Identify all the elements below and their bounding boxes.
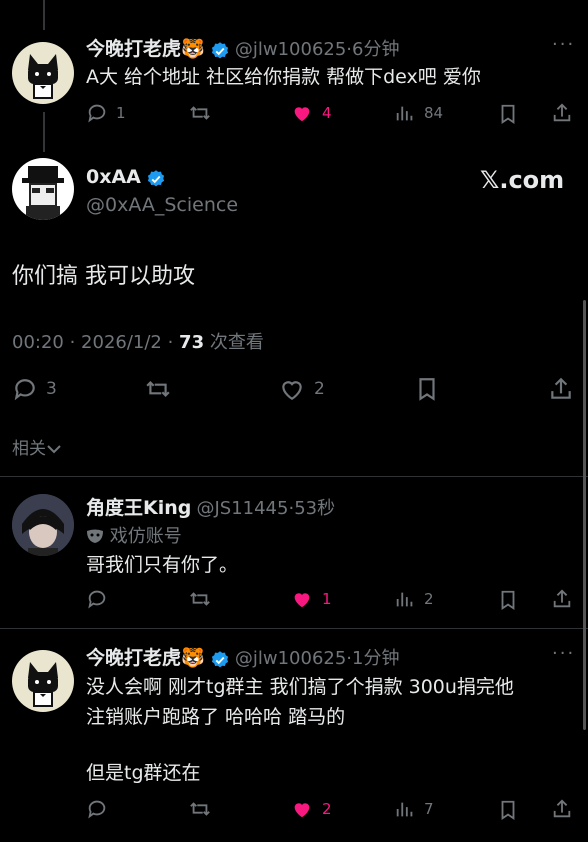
like-button[interactable]: 1 (290, 588, 332, 610)
views-button[interactable]: 7 (394, 798, 434, 820)
avatar[interactable] (12, 494, 74, 556)
handle[interactable]: @jlw100625 (235, 39, 346, 60)
verified-badge-icon (211, 650, 228, 667)
retweet-icon (190, 802, 210, 816)
mask-icon (87, 529, 103, 543)
handle[interactable]: @0xAA_Science (86, 194, 238, 216)
handle[interactable]: @JS11445 (196, 498, 288, 519)
avatar[interactable] (12, 158, 74, 220)
bookmark-icon[interactable] (414, 376, 440, 402)
verified-badge-icon (147, 169, 165, 186)
like-button[interactable]: 2 (290, 798, 332, 820)
retweet-icon (190, 592, 210, 606)
verified-badge-icon (211, 41, 228, 58)
heart-filled-icon (294, 107, 310, 122)
retweet-icon (146, 380, 170, 398)
timestamp[interactable]: 53秒 (294, 498, 335, 519)
reply-icon (88, 590, 106, 609)
retweet-button[interactable] (188, 102, 212, 124)
views-button[interactable]: 2 (394, 588, 434, 610)
reply-button[interactable] (86, 798, 108, 820)
heart-filled-icon (294, 593, 310, 608)
views-icon (396, 106, 413, 121)
views-button[interactable]: 84 (394, 102, 443, 124)
retweet-icon (190, 106, 210, 120)
thread-line (43, 0, 45, 30)
reply-button[interactable] (86, 588, 108, 610)
bookmark-icon[interactable] (497, 589, 519, 611)
like-button[interactable]: 4 (290, 102, 332, 124)
more-options-icon[interactable]: ··· (552, 34, 575, 55)
more-options-icon[interactable]: ··· (552, 643, 575, 664)
heart-icon (282, 381, 302, 401)
timestamp[interactable]: 6分钟 (352, 39, 399, 60)
tweet-timestamp: 00:20 · 2026/1/2 · 73 次查看 (12, 332, 264, 353)
related-dropdown[interactable]: 相关 (12, 434, 62, 459)
share-icon[interactable] (548, 376, 574, 402)
tweet-text-line-3: 但是tg群还在 (86, 762, 201, 784)
parody-label: 戏仿账号 (86, 522, 182, 548)
reply-icon (88, 104, 106, 123)
reply-icon (14, 379, 35, 401)
retweet-button[interactable] (144, 376, 172, 402)
views-icon (396, 592, 413, 607)
retweet-button[interactable] (188, 588, 212, 610)
avatar[interactable] (12, 650, 74, 712)
like-button[interactable]: 2 (278, 376, 325, 402)
reply-button[interactable]: 3 (12, 376, 57, 402)
share-icon[interactable] (551, 102, 573, 124)
thread-line (43, 112, 45, 152)
display-name[interactable]: 今晚打老虎🐯 (86, 647, 205, 669)
handle[interactable]: @jlw100625 (235, 648, 346, 669)
heart-filled-icon (294, 803, 310, 818)
bookmark-icon[interactable] (497, 799, 519, 821)
bookmark-icon[interactable] (497, 103, 519, 125)
display-name[interactable]: 今晚打老虎🐯 (86, 38, 205, 60)
tweet-text-line-1: 没人会啊 刚才tg群主 我们搞了个捐款 300u捐完他 (86, 676, 514, 698)
views-icon (396, 802, 413, 817)
reply-button[interactable]: 1 (86, 102, 126, 124)
chevron-down-icon (47, 445, 61, 454)
brand-logo: 𝕏.com (480, 166, 565, 194)
tweet-text: 哥我们只有你了。 (86, 554, 239, 576)
share-icon[interactable] (551, 588, 573, 610)
tweet-text: 你们搞 我可以助攻 (12, 264, 195, 289)
display-name[interactable]: 角度王King (86, 497, 191, 519)
tweet-text: A大 给个地址 社区给你捐款 帮做下dex吧 爱你 (86, 66, 481, 88)
divider (0, 628, 588, 629)
avatar[interactable] (12, 42, 74, 104)
share-icon[interactable] (551, 798, 573, 820)
scrollbar[interactable] (583, 300, 586, 730)
display-name[interactable]: 0xAA (86, 166, 141, 188)
timestamp[interactable]: 1分钟 (352, 648, 399, 669)
divider (0, 476, 588, 477)
tweet-text-line-2: 注销账户跑路了 哈哈哈 踏马的 (86, 706, 346, 728)
reply-icon (88, 800, 106, 819)
retweet-button[interactable] (188, 798, 212, 820)
